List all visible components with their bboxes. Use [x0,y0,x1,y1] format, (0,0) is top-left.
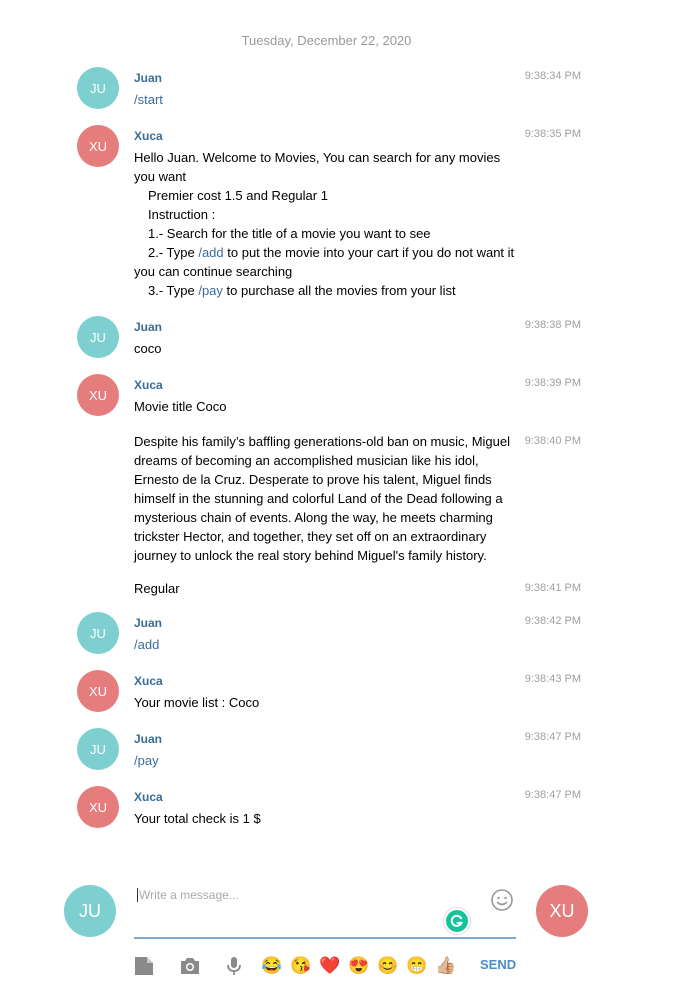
date-separator: Tuesday, December 22, 2020 [241,33,412,48]
message-line: Hello Juan. Welcome to Movies, You can s… [134,150,501,184]
smiley-icon[interactable] [490,888,514,912]
message-text: Regular [134,581,180,596]
message-text: Hello Juan. Welcome to Movies, You can s… [134,148,516,300]
message-line: Premier cost 1.5 and Regular 1 [148,188,328,203]
avatar[interactable]: JU [77,728,119,770]
grammarly-icon[interactable] [444,908,470,934]
message-text: Despite his family’s baffling generation… [134,434,510,563]
emoji-smile-icon[interactable]: 😊 [377,955,399,977]
message-input-placeholder: Write a message... [137,888,239,902]
avatar[interactable]: XU [77,374,119,416]
emoji-thumbs-up-icon[interactable]: 👍🏼 [435,955,457,977]
message-text: Movie title Coco [134,399,227,414]
composer-avatar-peer[interactable]: XU [536,885,588,937]
message-line: Instruction : [148,207,216,222]
send-button[interactable]: SEND [480,957,516,972]
sender-name[interactable]: Juan [134,732,162,746]
message-time: 9:38:43 PM [524,673,581,685]
message-time: 9:38:47 PM [524,789,581,801]
message-text[interactable]: /add [134,635,516,654]
avatar[interactable]: XU [77,786,119,828]
message-line: 2.- Type /add to put the movie into your… [134,245,515,279]
sender-name[interactable]: Juan [134,71,162,85]
avatar[interactable]: JU [77,612,119,654]
message-text[interactable]: /start [134,90,516,109]
message-time: 9:38:35 PM [524,128,581,140]
avatar[interactable]: XU [77,125,119,167]
sender-name[interactable]: Xuca [134,674,163,688]
sender-name[interactable]: Juan [134,616,162,630]
message-text: Your total check is 1 $ [134,811,261,826]
emoji-grin-icon[interactable]: 😁 [406,955,428,977]
message-time: 9:38:40 PM [524,435,581,447]
message-text: Your movie list : Coco [134,695,260,710]
message-time: 9:38:38 PM [524,319,581,331]
sender-name[interactable]: Xuca [134,790,163,804]
avatar[interactable]: XU [77,670,119,712]
message-time: 9:38:39 PM [524,377,581,389]
file-icon[interactable] [133,955,155,977]
microphone-icon[interactable] [223,955,245,977]
message-text[interactable]: /pay [134,751,516,770]
emoji-joy-icon[interactable]: 😂 [261,955,283,977]
avatar[interactable]: JU [77,316,119,358]
composer-avatar-self[interactable]: JU [64,885,116,937]
message-line: 3.- Type /pay to purchase all the movies… [148,283,456,298]
emoji-heart-icon[interactable]: ❤️ [319,955,341,977]
sender-name[interactable]: Xuca [134,129,163,143]
message-time: 9:38:42 PM [524,615,581,627]
emoji-kiss-icon[interactable]: 😘 [290,955,312,977]
message-time: 9:38:41 PM [524,582,581,594]
message-input[interactable]: Write a message... [134,880,516,939]
message-text: coco [134,341,162,356]
message-time: 9:38:47 PM [524,731,581,743]
message-line: 1.- Search for the title of a movie you … [148,226,431,241]
emoji-heart-eyes-icon[interactable]: 😍 [348,955,370,977]
sender-name[interactable]: Juan [134,320,162,334]
sender-name[interactable]: Xuca [134,378,163,392]
command-link-add[interactable]: /add [198,245,223,260]
avatar[interactable]: JU [77,67,119,109]
message-time: 9:38:34 PM [524,70,581,82]
camera-icon[interactable] [179,955,201,977]
command-link-pay[interactable]: /pay [198,283,223,298]
